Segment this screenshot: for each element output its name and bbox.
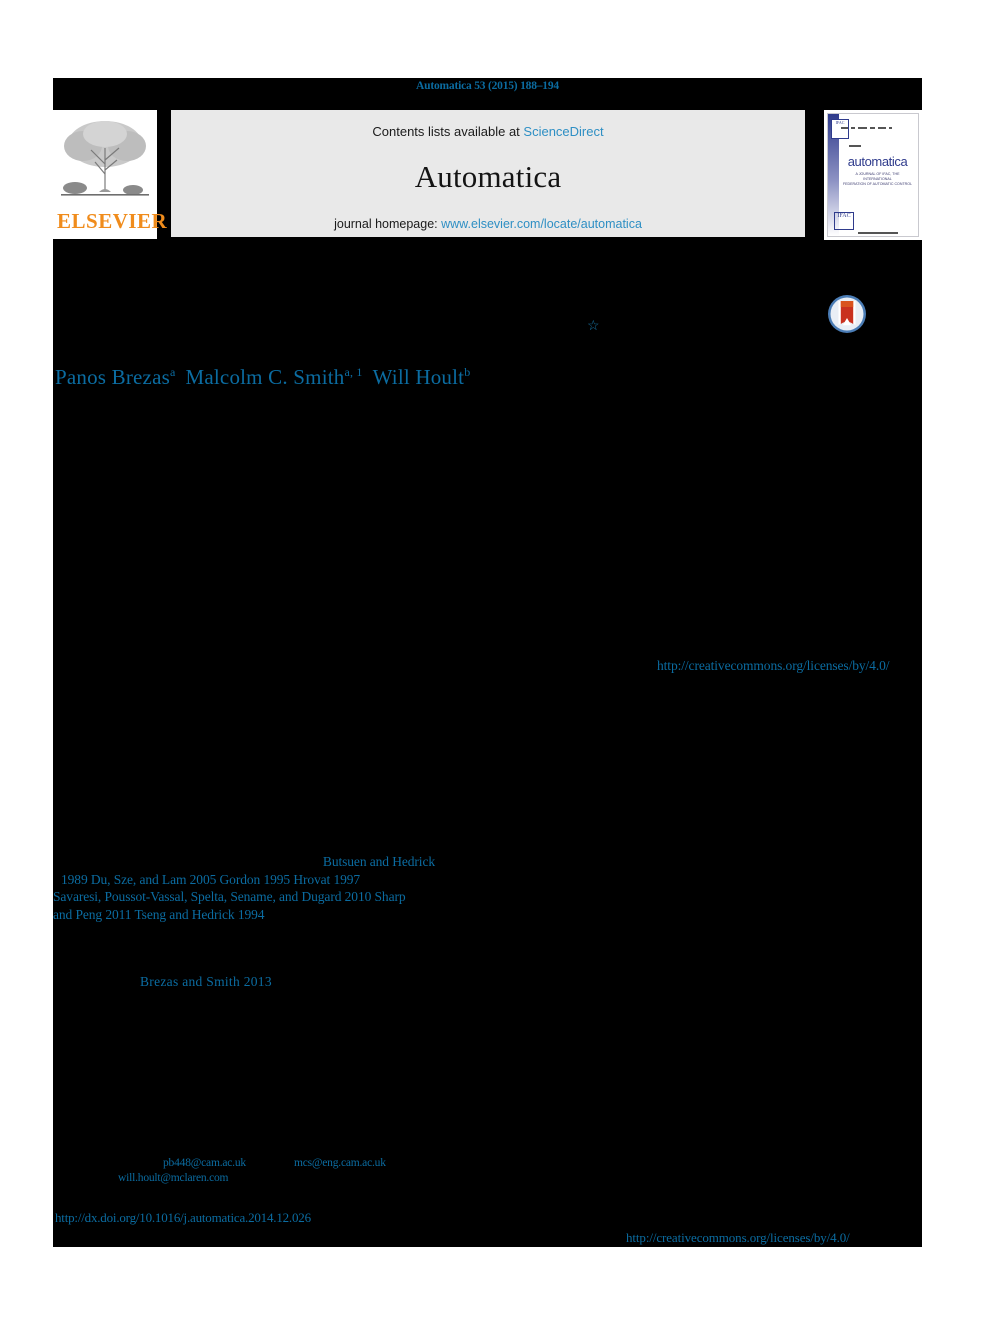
author-name-2: Malcolm C. Smith bbox=[185, 365, 345, 389]
footnote-email-line-1: pb448@cam.ac.uk mcs@eng.cam.ac.uk bbox=[53, 1156, 473, 1171]
journal-title: Automatica bbox=[414, 159, 562, 194]
cover-journal-name: automatica bbox=[847, 154, 908, 169]
contents-available-line: Contents lists available at ScienceDirec… bbox=[171, 124, 805, 139]
citation-brezas-smith[interactable]: Brezas and Smith 2013 bbox=[140, 974, 272, 990]
journal-cover-thumbnail: IFAC automatica A JOURNAL OF IFAC, THE I… bbox=[824, 110, 922, 240]
cover-subtitle-line2: FEDERATION OF AUTOMATIC CONTROL bbox=[842, 182, 913, 186]
title-footnote-star-icon[interactable]: ☆ bbox=[587, 320, 600, 334]
citation-line-3[interactable]: Savaresi, Poussot-Vassal, Spelta, Sename… bbox=[53, 888, 483, 906]
citation-line-4[interactable]: and Peng 2011 Tseng and Hedrick 1994 bbox=[53, 906, 483, 924]
article-page-sheet: Automatica 53 (2015) 188–194 ELSEVIER Co… bbox=[53, 78, 922, 1247]
author-list: Panos Brezasa Malcolm C. Smitha, 1 Will Ho… bbox=[55, 365, 470, 390]
elsevier-tree-icon bbox=[57, 114, 153, 208]
sciencedirect-link[interactable]: ScienceDirect bbox=[523, 124, 603, 139]
cover-header-meta bbox=[841, 119, 915, 148]
cover-subtitle-line1: A JOURNAL OF IFAC, THE INTERNATIONAL bbox=[855, 172, 900, 181]
journal-homepage-line: journal homepage: www.elsevier.com/locat… bbox=[171, 217, 805, 231]
elsevier-wordmark: ELSEVIER bbox=[57, 209, 168, 233]
citation-line-1[interactable]: Butsuen and Hedrick bbox=[53, 853, 483, 871]
journal-cover-inner: IFAC automatica A JOURNAL OF IFAC, THE I… bbox=[827, 113, 919, 237]
license-link-abstract[interactable]: http://creativecommons.org/licenses/by/4… bbox=[657, 658, 890, 674]
crossmark-badge[interactable] bbox=[827, 294, 867, 334]
crossmark-icon bbox=[828, 295, 866, 333]
author-affil-marker-1[interactable]: a bbox=[170, 365, 176, 379]
elsevier-logo: ELSEVIER bbox=[53, 110, 168, 239]
license-link-footer[interactable]: http://creativecommons.org/licenses/by/4… bbox=[626, 1230, 850, 1246]
cover-ifac-mark: IFAC bbox=[834, 212, 854, 230]
footnote-email-block: pb448@cam.ac.uk mcs@eng.cam.ac.uk will.ho… bbox=[53, 1156, 473, 1186]
inline-citation-cluster: Butsuen and Hedrick 1989 Du, Sze, and La… bbox=[53, 853, 483, 923]
contents-prefix: Contents lists available at bbox=[372, 124, 524, 139]
cover-footer-rule bbox=[858, 224, 913, 235]
citation-line-2[interactable]: 1989 Du, Sze, and Lam 2005 Gordon 1995 H… bbox=[53, 871, 483, 889]
author-name-3: Will Hoult bbox=[372, 365, 465, 389]
email-link-2[interactable]: mcs@eng.cam.ac.uk bbox=[294, 1157, 386, 1169]
author-affil-marker-2[interactable]: a, 1 bbox=[344, 365, 362, 379]
email-link-3[interactable]: will.hoult@mclaren.com bbox=[118, 1172, 229, 1184]
cover-subtitle: A JOURNAL OF IFAC, THE INTERNATIONAL FED… bbox=[841, 172, 914, 187]
doi-link[interactable]: http://dx.doi.org/10.1016/j.automatica.2… bbox=[55, 1210, 311, 1226]
journal-homepage-link[interactable]: www.elsevier.com/locate/automatica bbox=[441, 217, 642, 231]
author-affil-marker-3[interactable]: b bbox=[464, 365, 470, 379]
author-name-1: Panos Brezas bbox=[55, 365, 170, 389]
running-head: Automatica 53 (2015) 188–194 bbox=[416, 80, 559, 92]
homepage-prefix: journal homepage: bbox=[334, 217, 442, 231]
email-link-1[interactable]: pb448@cam.ac.uk bbox=[163, 1157, 246, 1169]
journal-masthead: ELSEVIER Contents lists available at Sci… bbox=[53, 110, 922, 240]
journal-header-band: Contents lists available at ScienceDirec… bbox=[171, 110, 805, 237]
footnote-email-line-2: will.hoult@mclaren.com bbox=[53, 1171, 473, 1186]
